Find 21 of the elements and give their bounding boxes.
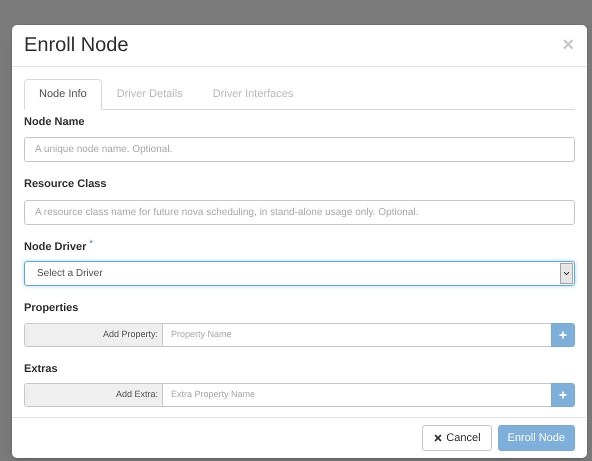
required-mark: *: [89, 238, 93, 248]
close-icon: [433, 433, 444, 444]
field-label: Properties: [24, 301, 78, 316]
text-field[interactable]: Property Name: [163, 322, 551, 347]
field-label: Resource Class: [24, 177, 107, 192]
input-addon: Add Property:: [24, 322, 163, 347]
text-field[interactable]: Extra Property Name: [163, 383, 551, 408]
close-button[interactable]: ×: [562, 35, 574, 56]
dialog-title: Enroll Node: [24, 33, 129, 58]
text-field[interactable]: A resource class name for future nova scheduling, in stand-alone usage only. Optional.: [24, 200, 575, 225]
cancel-button[interactable]: Cancel: [422, 425, 492, 452]
driver-select[interactable]: Select a Driver: [24, 261, 575, 286]
field-label: Extras: [24, 362, 58, 377]
plus-icon: [558, 390, 568, 400]
field-label: Node Name: [24, 114, 85, 130]
tab[interactable]: Node Info: [24, 78, 102, 110]
field-label: Node Driver: [24, 240, 86, 255]
input-addon: Add Extra:: [24, 383, 163, 408]
plus-icon: [558, 330, 568, 340]
dropdown-toggle[interactable]: [560, 263, 573, 284]
text-field[interactable]: A unique node name. Optional.: [24, 137, 575, 162]
